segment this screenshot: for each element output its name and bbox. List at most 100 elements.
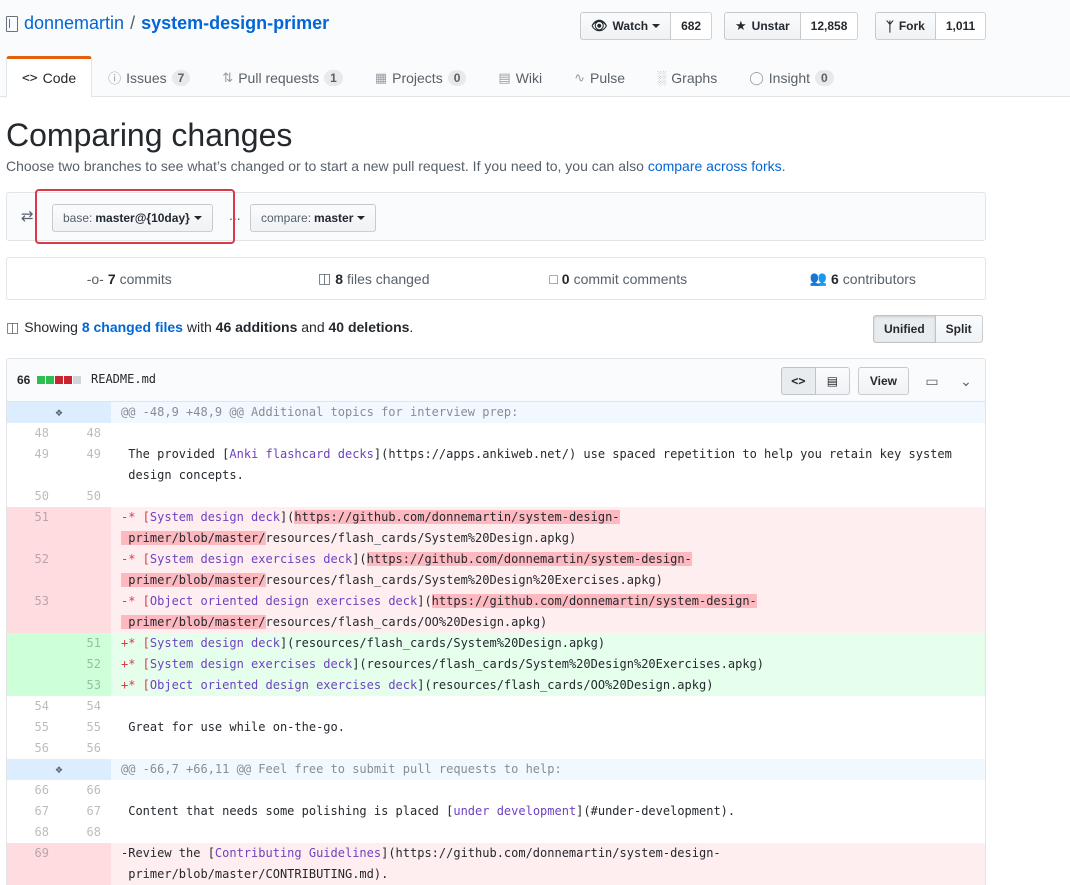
diff-line: 54 54 bbox=[34, 699, 101, 713]
unified-button[interactable]: Unified bbox=[873, 315, 936, 343]
file-name[interactable]: README.md bbox=[91, 372, 156, 386]
comments-summary[interactable]: □ 0 commit comments bbox=[496, 258, 741, 299]
repo-header: donnemartin / system-design-primer 👁 Wat… bbox=[0, 0, 1070, 98]
page-title: Comparing changes bbox=[6, 117, 293, 153]
diffstat-del-block bbox=[64, 376, 73, 384]
tab-projects[interactable]: ▦ Projects 0 bbox=[359, 56, 483, 97]
file-header: 66 README.md <> ▤ View ▭ ⌄ bbox=[7, 359, 985, 402]
issues-counter: 7 bbox=[171, 69, 191, 86]
star-group: ★ Unstar 12,858 bbox=[724, 12, 859, 40]
diff-line: 49 49 The provided [Anki flashcard decks… bbox=[34, 447, 952, 482]
files-summary[interactable]: ◫ 8 files changed bbox=[252, 258, 497, 299]
file-actions: <> ▤ View ▭ ⌄ bbox=[780, 367, 977, 395]
star-count[interactable]: 12,858 bbox=[800, 12, 859, 40]
diff-line: 68 68 bbox=[34, 825, 101, 839]
diff-line: 56 56 bbox=[34, 741, 101, 755]
pull-request-icon: ⇅ bbox=[222, 69, 234, 85]
split-button[interactable]: Split bbox=[935, 315, 983, 343]
repo-name-link[interactable]: system-design-primer bbox=[141, 13, 329, 34]
code-icon: <> bbox=[22, 70, 38, 86]
fork-group: ᛉ Fork 1,011 bbox=[875, 12, 987, 40]
contributors-summary[interactable]: 👥 6 contributors bbox=[741, 258, 986, 299]
book-icon: ▤ bbox=[498, 69, 511, 85]
page-subtitle: Choose two branches to see what’s change… bbox=[6, 158, 786, 174]
fork-count[interactable]: 1,011 bbox=[935, 12, 987, 40]
diff-line: 66 66 bbox=[34, 783, 101, 797]
changed-files-link[interactable]: 8 changed files bbox=[82, 319, 183, 335]
file-diff-icon: ◫ bbox=[317, 270, 332, 286]
code-icon: <> bbox=[791, 374, 806, 388]
eye-icon: 👁 bbox=[591, 18, 608, 33]
expand-icon[interactable]: ❖ bbox=[7, 759, 111, 780]
diffstat-neutral-block bbox=[73, 376, 82, 384]
repo-separator: / bbox=[130, 13, 136, 33]
desktop-icon[interactable]: ▭ bbox=[921, 373, 943, 390]
source-view-button[interactable]: <> bbox=[780, 367, 816, 395]
added-line: 53 +* [Object oriented design exercises … bbox=[7, 675, 985, 696]
comment-icon: □ bbox=[549, 270, 558, 287]
insight-counter: 0 bbox=[815, 69, 834, 86]
tab-pull-requests[interactable]: ⇅ Pull requests 1 bbox=[206, 56, 359, 97]
diff-line: 55 55 Great for use while on-the-go. bbox=[34, 720, 345, 734]
lightbulb-icon: ◯ bbox=[749, 69, 764, 85]
diff-line: 67 67 Content that needs some polishing … bbox=[34, 804, 736, 818]
issue-icon: ⓘ bbox=[108, 71, 122, 86]
file-diff-icon: ◫ bbox=[6, 319, 20, 335]
watch-button[interactable]: 👁 Watch bbox=[580, 12, 672, 40]
file-icon: ▤ bbox=[826, 374, 839, 388]
compare-branch-select[interactable]: compare: master bbox=[250, 204, 377, 232]
deleted-line: 51 -* [System design deck](https://githu… bbox=[7, 507, 985, 549]
commits-summary[interactable]: -o- 7 commits bbox=[7, 258, 252, 299]
fork-button[interactable]: ᛉ Fork bbox=[875, 12, 936, 40]
hunk-header: ❖ @@ -66,7 +66,11 @@ Feel free to submit… bbox=[7, 759, 985, 780]
diff-line: 48 48 bbox=[34, 426, 101, 440]
diff-view-toggle: Unified Split bbox=[873, 315, 983, 343]
repo-nav: <> Code ⓘ Issues 7 ⇅ Pull requests 1 ▦ P… bbox=[6, 56, 850, 98]
tab-code[interactable]: <> Code bbox=[6, 56, 93, 98]
diffstat-add-block bbox=[37, 376, 46, 384]
overall-summary: -o- 7 commits ◫ 8 files changed □ 0 comm… bbox=[6, 257, 986, 300]
pulse-icon: ∿ bbox=[574, 69, 586, 85]
file-diff: 66 README.md <> ▤ View ▭ ⌄ ❖ @@ -48,9 +4… bbox=[6, 358, 986, 885]
fork-icon: ᛉ bbox=[886, 18, 894, 34]
diff-table: ❖ @@ -48,9 +48,9 @@ Additional topics fo… bbox=[7, 402, 985, 885]
tab-issues[interactable]: ⓘ Issues 7 bbox=[92, 56, 206, 97]
repo-title: donnemartin / system-design-primer bbox=[6, 13, 329, 34]
diffstat: 66 bbox=[17, 373, 82, 387]
graph-icon: ░ bbox=[657, 70, 667, 85]
deleted-line: 69 -Review the [Contributing Guidelines]… bbox=[7, 843, 985, 885]
expand-icon[interactable]: ❖ bbox=[7, 402, 111, 423]
diff-line: 50 50 bbox=[34, 489, 101, 503]
added-line: 52 +* [System design exercises deck](res… bbox=[7, 654, 985, 675]
tab-pulse[interactable]: ∿ Pulse bbox=[558, 56, 641, 97]
chevron-down-icon bbox=[357, 216, 366, 220]
view-file-button[interactable]: View bbox=[857, 367, 909, 395]
diff-toc: ◫ Showing 8 changed files with 46 additio… bbox=[6, 319, 414, 335]
compare-across-forks-link[interactable]: compare across forks bbox=[648, 158, 782, 174]
tab-insight[interactable]: ◯ Insight 0 bbox=[733, 56, 850, 97]
callout-highlight bbox=[35, 189, 235, 244]
deleted-line: 52 -* [System design exercises deck](htt… bbox=[7, 549, 985, 591]
watch-group: 👁 Watch 682 bbox=[580, 12, 713, 40]
projects-counter: 0 bbox=[447, 69, 467, 86]
tab-wiki[interactable]: ▤ Wiki bbox=[482, 56, 558, 97]
rich-diff-button[interactable]: ▤ bbox=[815, 367, 850, 395]
tab-graphs[interactable]: ░ Graphs bbox=[641, 56, 733, 97]
watch-count[interactable]: 682 bbox=[671, 12, 713, 40]
unstar-button[interactable]: ★ Unstar bbox=[724, 12, 801, 40]
added-line: 51 +* [System design deck](resources/fla… bbox=[7, 633, 985, 654]
git-compare-icon[interactable]: ⇄ bbox=[21, 207, 34, 225]
commit-icon: -o- bbox=[86, 270, 104, 287]
repo-book-icon bbox=[6, 15, 18, 32]
hunk-header: ❖ @@ -48,9 +48,9 @@ Additional topics fo… bbox=[7, 402, 985, 423]
people-icon: 👥 bbox=[809, 270, 827, 286]
pulls-counter: 1 bbox=[324, 69, 343, 86]
chevron-down-icon[interactable]: ⌄ bbox=[955, 373, 977, 390]
diffstat-add-block bbox=[46, 376, 55, 384]
deleted-line: 53 -* [Object oriented design exercises … bbox=[7, 591, 985, 633]
repo-owner-link[interactable]: donnemartin bbox=[24, 13, 124, 34]
star-icon: ★ bbox=[735, 18, 747, 33]
project-icon: ▦ bbox=[374, 69, 388, 85]
chevron-down-icon bbox=[652, 24, 661, 28]
diffstat-del-block bbox=[55, 376, 64, 384]
